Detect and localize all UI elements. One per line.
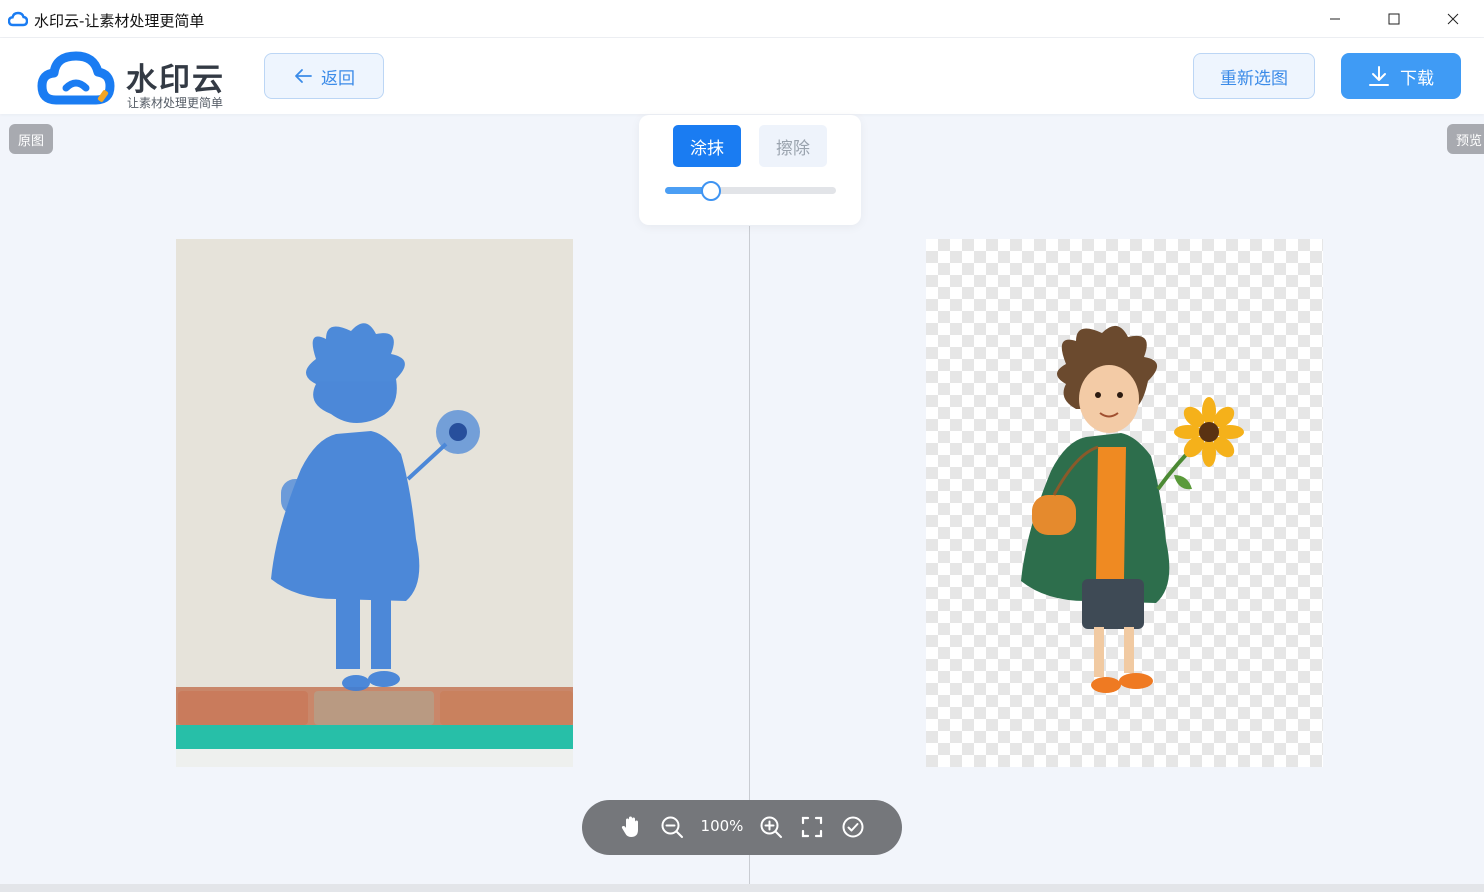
arrow-left-icon	[295, 69, 312, 83]
reselect-image-button[interactable]: 重新选图	[1193, 53, 1315, 99]
close-button[interactable]	[1430, 0, 1476, 38]
logo-title: 水印云	[126, 62, 225, 98]
zoom-in-icon	[760, 816, 782, 838]
zoom-level-readout: 100%	[700, 817, 744, 835]
back-button[interactable]: 返回	[264, 53, 384, 99]
header: 水印云 让素材处理更简单 返回 重新选图 下载	[0, 38, 1484, 114]
erase-tool-button[interactable]: 擦除	[759, 125, 827, 167]
fullscreen-icon	[801, 816, 823, 838]
back-label: 返回	[321, 68, 355, 89]
app-window: 水印云-让素材处理更简单 水印云 让素材处理更简单 返回 重新选图 下载 原图 …	[0, 0, 1484, 892]
preview-image-illustration	[1021, 325, 1244, 693]
check-circle-icon	[842, 816, 864, 838]
zoom-out-icon	[661, 816, 683, 838]
hand-icon	[621, 816, 638, 837]
maximize-button[interactable]	[1371, 0, 1417, 38]
app-cloud-icon	[8, 11, 28, 27]
preview-image-canvas[interactable]	[926, 239, 1323, 767]
brush-size-slider-handle[interactable]	[701, 181, 722, 201]
close-icon	[1447, 13, 1459, 25]
preview-image-badge: 预览	[1447, 124, 1484, 154]
brush-size-slider[interactable]	[665, 181, 836, 201]
logo-subtitle: 让素材处理更简单	[127, 96, 224, 110]
download-button[interactable]: 下载	[1341, 53, 1461, 99]
original-image-illustration	[176, 239, 573, 767]
smear-tool-button[interactable]: 涂抹	[673, 125, 741, 167]
logo: 水印云 让素材处理更简单	[36, 46, 236, 110]
pan-hand-button[interactable]	[616, 812, 646, 842]
zoom-out-button[interactable]	[657, 812, 687, 842]
zoom-in-button[interactable]	[756, 812, 786, 842]
title-bar: 水印云-让素材处理更简单	[0, 0, 1484, 38]
bottom-scroll-edge	[0, 884, 1484, 892]
confirm-button[interactable]	[838, 812, 868, 842]
zoom-toolbar: 100%	[582, 800, 902, 855]
original-image-badge: 原图	[9, 124, 53, 154]
download-icon	[1369, 66, 1389, 86]
fit-screen-button[interactable]	[797, 812, 827, 842]
download-label: 下载	[1400, 68, 1434, 89]
brush-tool-panel: 涂抹 擦除	[639, 115, 861, 225]
compare-divider	[749, 226, 750, 886]
maximize-icon	[1388, 13, 1400, 25]
original-image-canvas[interactable]	[176, 239, 573, 767]
reselect-label: 重新选图	[1220, 68, 1288, 89]
window-title: 水印云-让素材处理更简单	[34, 12, 205, 30]
minimize-icon	[1330, 18, 1340, 20]
cloud-logo-icon	[37, 51, 115, 105]
minimize-button[interactable]	[1312, 0, 1358, 38]
